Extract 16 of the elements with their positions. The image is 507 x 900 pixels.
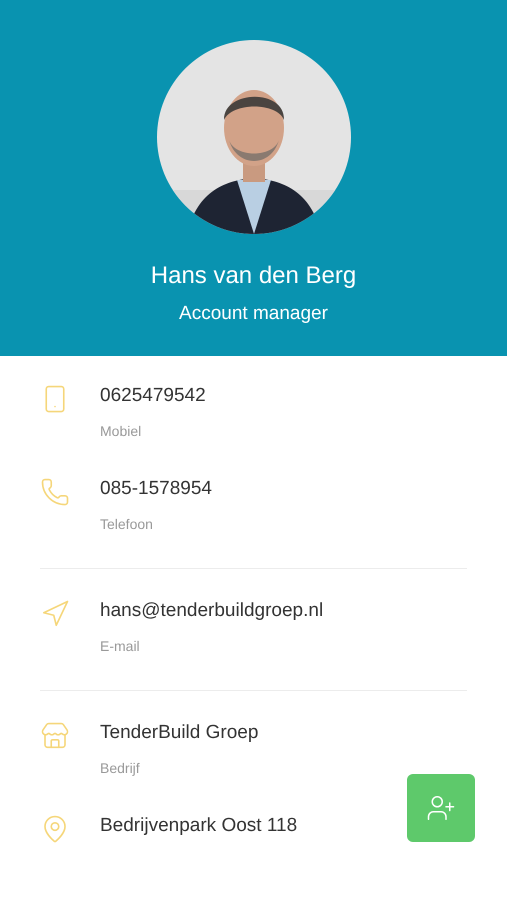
contact-role: Account manager <box>179 302 328 326</box>
add-contact-button[interactable] <box>407 774 475 842</box>
contact-label: Bedrijf <box>100 758 141 778</box>
contact-value: 085-1578954 <box>100 477 212 501</box>
navigation-arrow-icon <box>40 599 70 629</box>
contact-value: hans@tenderbuildgroep.nl <box>100 599 324 623</box>
store-icon <box>40 721 70 751</box>
phone-icon <box>40 477 70 507</box>
contact-value: Bedrijvenpark Oost 118 <box>100 814 298 838</box>
contact-value: TenderBuild Groep <box>100 721 258 745</box>
contact-value: 0625479542 <box>100 384 206 408</box>
contact-label: Mobiel <box>100 422 142 440</box>
contact-label: E-mail <box>100 636 141 656</box>
add-user-icon <box>426 793 456 823</box>
contact-label: Telefoon <box>100 514 154 534</box>
contact-name: Hans van den Berg <box>150 261 356 291</box>
